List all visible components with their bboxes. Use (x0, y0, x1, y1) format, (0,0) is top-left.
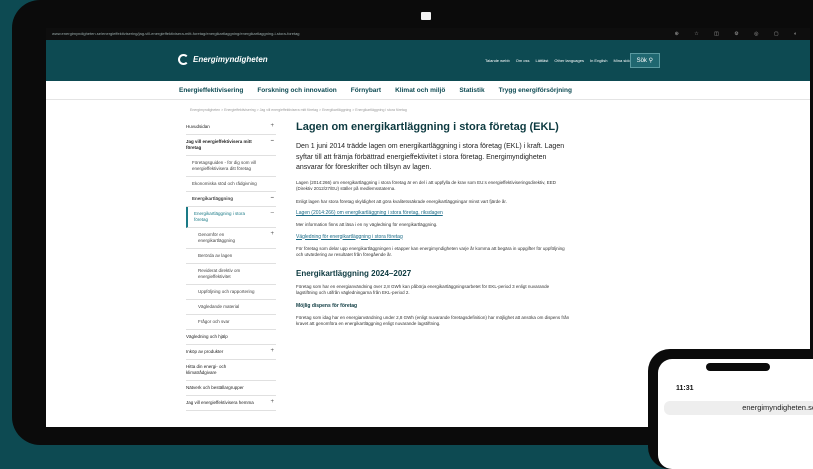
expand-icon[interactable]: + (270, 123, 274, 129)
sidebar-item-stora-foretag[interactable]: Energikartläggning i stora företag – (186, 207, 276, 228)
search-button[interactable]: Sök ⚲ (629, 53, 660, 68)
breadcrumb[interactable]: Energimyndigheten > Energieffektiviserin… (46, 100, 810, 112)
logo-text: Energimyndigheten (193, 55, 268, 64)
top-link-other-languages[interactable]: Other languages (554, 58, 584, 63)
sidebar-item-radgivare[interactable]: Hitta din energi- och klimatrådgivare (186, 360, 276, 381)
collapse-icon[interactable]: – (271, 138, 274, 144)
sidebar-item-natverk[interactable]: Nätverk och beställargrupper (186, 381, 276, 396)
paragraph: Enligt lagen har stora företag skyldighe… (296, 198, 507, 204)
nav-energiforsorjning[interactable]: Trygg energiförsörjning (499, 87, 572, 94)
phone-notch (706, 363, 770, 371)
site-logo[interactable]: Energimyndigheten (178, 54, 268, 65)
sidebar-item-label: Jag vill energieffektivisera hemma (186, 400, 254, 405)
nav-statistik[interactable]: Statistik (459, 87, 484, 94)
sidebar-nav: Huvudsidan + Jag vill energieffektivisera… (186, 120, 276, 411)
top-link-talande-webb[interactable]: Talande webb (485, 58, 510, 63)
sidebar-item-label: Jag vill energieffektivisera mitt företa… (186, 139, 252, 150)
sidebar-item-energikartlaggning[interactable]: Energikartläggning – (186, 192, 276, 207)
expand-icon[interactable]: + (270, 348, 274, 354)
browser-toolbar-icons[interactable]: ⊕ ☆ ◫ ⚙ ◎ ▢ ◐ (675, 28, 804, 40)
sidebar-item-vagledning-hjalp[interactable]: Vägledning och hjälp (186, 330, 276, 345)
expand-icon[interactable]: + (270, 399, 274, 405)
sidebar-item-huvudsidan[interactable]: Huvudsidan + (186, 120, 276, 135)
sidebar-item-label: Genomför en energikartläggning (198, 232, 236, 243)
sidebar-item-label: Nätverk och beställargrupper (186, 385, 244, 390)
main-nav: Energieffektivisering Forskning och inno… (46, 81, 810, 100)
sidebar-item-label: Vägledande material (198, 304, 240, 309)
sidebar-item-foretagsguiden[interactable]: Företagsguiden - för dig som vill energi… (186, 156, 276, 177)
page-title: Lagen om energikartläggning i stora före… (296, 121, 559, 133)
top-link-lattlast[interactable]: Lättläst (535, 58, 548, 63)
sidebar-item-label: Huvudsidan (186, 124, 210, 129)
site-header: Energimyndigheten Talande webb Om oss Lä… (46, 40, 810, 81)
paragraph: Mer information finns att läsa i en ny v… (296, 222, 438, 227)
paragraph: För företag som delar upp energikartlägg… (296, 245, 565, 258)
top-links: Talande webb Om oss Lättläst Other langu… (485, 58, 632, 63)
sidebar-item-genomfor[interactable]: Genomför en energikartläggning + (186, 228, 276, 249)
article-lead: Den 1 juni 2014 trädde lagen om energika… (296, 143, 565, 171)
nav-forskning[interactable]: Forskning och innovation (257, 87, 336, 94)
paragraph: Lagen (2014:266) om energikartläggning i… (296, 179, 556, 192)
sidebar-item-label: Företagsguiden - för dig som vill energi… (192, 160, 257, 171)
sidebar-item-label: Vägledning och hjälp (186, 334, 228, 339)
address-bar[interactable]: www.energimyndigheten.se/energieffektivi… (46, 28, 810, 40)
address-url[interactable]: www.energimyndigheten.se/energieffektivi… (52, 31, 300, 36)
sidebar-item-label: Inköp av produkter (186, 349, 224, 354)
sidebar-item-label: Reviderat direktiv om energieffektivitet (198, 268, 241, 279)
phone-time: 11:31 (676, 385, 694, 392)
sidebar-item-ekonomiska-stod[interactable]: Ekonomiska stöd och rådgivning (186, 177, 276, 192)
sidebar-item-label: Frågor och svar (198, 319, 230, 324)
phone-address-bar[interactable]: energimyndigheten.se (664, 401, 813, 415)
collapse-icon[interactable]: – (271, 195, 274, 201)
sidebar-item-foretag[interactable]: Jag vill energieffektivisera mitt företa… (186, 135, 276, 156)
sidebar-item-inkop[interactable]: Inköp av produkter + (186, 345, 276, 360)
search-label: Sök (636, 58, 647, 64)
phone-screen: 11:31 energimyndigheten.se (658, 359, 813, 469)
sidebar-item-reviderat-direktiv[interactable]: Reviderat direktiv om energieffektivitet (186, 264, 276, 285)
logo-icon (178, 54, 189, 65)
collapse-icon[interactable]: – (271, 210, 274, 216)
camera-icon (421, 12, 431, 20)
nav-fornybart[interactable]: Förnybart (351, 87, 381, 94)
sidebar-item-berorda[interactable]: Berörda av lagen (186, 249, 276, 264)
sidebar-item-hemma[interactable]: Jag vill energieffektivisera hemma + (186, 396, 276, 411)
paragraph: Företag som har en energianvändning över… (296, 283, 550, 296)
top-link-om-oss[interactable]: Om oss (516, 58, 530, 63)
sidebar-item-label: Ekonomiska stöd och rådgivning (192, 181, 257, 186)
link-lagen-riksdagen[interactable]: Lagen (2014:266) om energikartläggning i… (296, 210, 571, 216)
top-link-in-english[interactable]: In English (590, 58, 608, 63)
nav-klimat[interactable]: Klimat och miljö (395, 87, 445, 94)
nav-energieffektivisering[interactable]: Energieffektivisering (179, 87, 243, 94)
paragraph: Företag som idag har en energianvändning… (296, 314, 570, 327)
phone-frame: 11:31 energimyndigheten.se (648, 349, 813, 469)
sidebar-item-label: Berörda av lagen (198, 253, 233, 258)
expand-icon[interactable]: + (270, 231, 274, 237)
sidebar-item-uppfoljning[interactable]: Uppföljning och rapportering (186, 285, 276, 300)
subsection-heading: Möjlig dispens för företag (296, 302, 358, 309)
section-heading: Energikartläggning 2024–2027 (296, 268, 412, 278)
sidebar-item-label: Energikartläggning (192, 196, 234, 201)
article-content: Lagen om energikartläggning i stora före… (296, 120, 571, 328)
link-vagledning[interactable]: Vägledning för energikartläggning i stor… (296, 234, 571, 240)
search-icon: ⚲ (648, 58, 653, 64)
sidebar-item-label: Hitta din energi- och klimatrådgivare (186, 364, 227, 375)
sidebar-item-fragor[interactable]: Frågor och svar (186, 315, 276, 330)
sidebar-item-vagledande[interactable]: Vägledande material (186, 300, 276, 315)
sidebar-item-label: Energikartläggning i stora företag (194, 211, 246, 222)
sidebar-item-label: Uppföljning och rapportering (198, 289, 255, 294)
